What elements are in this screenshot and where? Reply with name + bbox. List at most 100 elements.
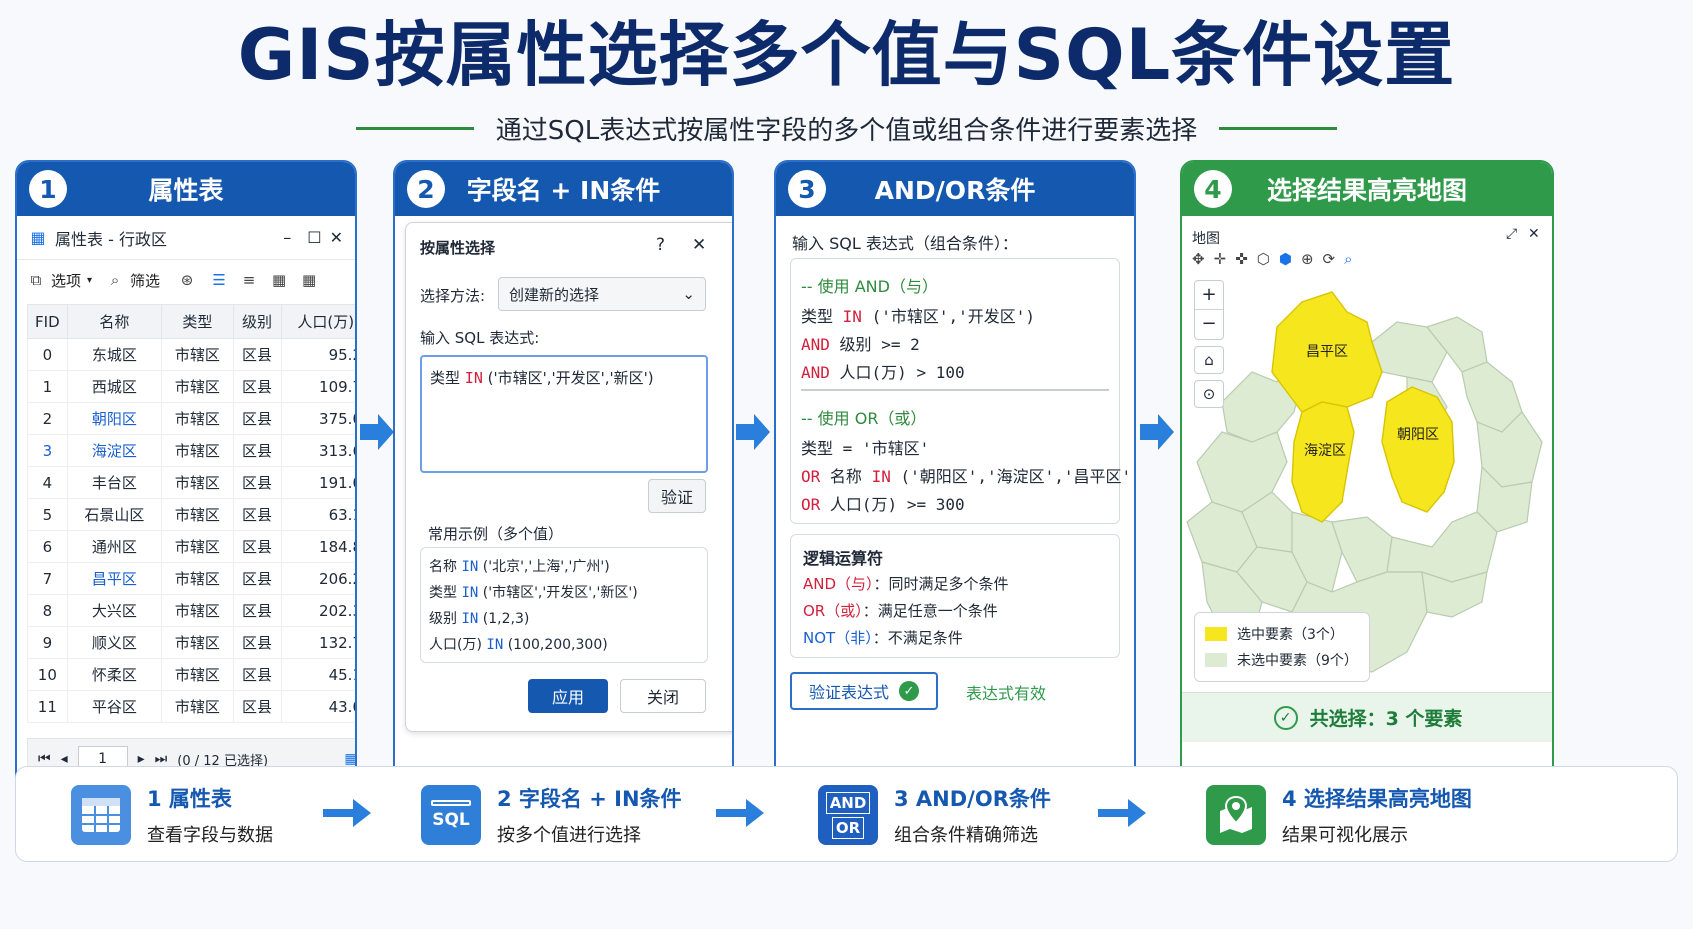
panel-header: 1 属性表 bbox=[17, 162, 355, 216]
panel-title: AND/OR条件 bbox=[874, 176, 1036, 205]
expand-icon[interactable]: ⤢ bbox=[1506, 226, 1517, 242]
step-title: 4 选择结果高亮地图 bbox=[1282, 787, 1472, 811]
logic-operator-name: OR（或） bbox=[803, 602, 863, 620]
maximize-icon[interactable]: ☐ bbox=[307, 228, 321, 247]
zoom-out-button[interactable]: − bbox=[1195, 309, 1223, 338]
logic-keyword: OR bbox=[801, 467, 821, 486]
example-line[interactable]: 级别 IN (1,2,3) bbox=[429, 606, 699, 632]
filter-icon[interactable]: ⌕ bbox=[106, 271, 124, 289]
identify-icon[interactable]: ✜ bbox=[1235, 250, 1248, 268]
sql-operator: >= bbox=[906, 495, 927, 514]
table-cell: 西城区 bbox=[66, 370, 163, 403]
close-icon[interactable]: ✕ bbox=[330, 228, 343, 247]
panel-attribute-table: 1 属性表 ▦ 属性表 - 行政区 – ☐ ✕ ⧉ 选项 ▾ ⌕ 筛选 ⊛ ☰ … bbox=[15, 160, 357, 797]
minimize-icon[interactable]: – bbox=[283, 228, 291, 247]
prev-page-icon[interactable]: ◂ bbox=[61, 751, 68, 767]
table-cell: 市辖区 bbox=[161, 434, 234, 467]
table-cell: 市辖区 bbox=[161, 690, 234, 723]
workflow-bar: 1 属性表 查看字段与数据 SQL 2 字段名 + IN条件 按多个值进行选择 … bbox=[15, 766, 1678, 862]
panel-title: 属性表 bbox=[148, 176, 224, 205]
column-header[interactable]: 名称 bbox=[66, 304, 163, 339]
grid-alt-icon[interactable]: ▦ bbox=[300, 271, 318, 289]
table-row[interactable]: 11平谷区市辖区区县43.0 bbox=[27, 690, 355, 723]
table-row[interactable]: 6通州区市辖区区县184.8 bbox=[27, 530, 355, 563]
window-title: 属性表 - 行政区 bbox=[55, 229, 167, 249]
options-button[interactable]: 选项 bbox=[51, 270, 81, 291]
table-cell: 区县 bbox=[232, 658, 282, 691]
table-row[interactable]: 2朝阳区市辖区区县375.0 bbox=[27, 402, 355, 435]
combined-sql-editor[interactable]: -- 使用 AND（与） -- 使用 OR（或） 类型 IN ('市辖区','开… bbox=[790, 258, 1134, 524]
zoom-in-tool-icon[interactable]: ⊕ bbox=[1301, 250, 1314, 268]
apply-button[interactable]: 应用 bbox=[528, 679, 608, 713]
options-icon[interactable]: ⧉ bbox=[27, 271, 45, 289]
table-row[interactable]: 1西城区市辖区区县109.7 bbox=[27, 370, 355, 403]
table-row[interactable]: 7昌平区市辖区区县206.2 bbox=[27, 562, 355, 595]
step-title: 1 属性表 bbox=[147, 787, 232, 811]
table-row[interactable]: 3海淀区市辖区区县313.6 bbox=[27, 434, 355, 467]
column-header[interactable]: FID bbox=[27, 304, 68, 339]
table-row[interactable]: 8大兴区市辖区区县202.3 bbox=[27, 594, 355, 627]
verify-button[interactable]: 验证 bbox=[648, 479, 706, 513]
map-label-haidian: 海淀区 bbox=[1304, 442, 1346, 458]
refresh-icon[interactable]: ⟳ bbox=[1323, 250, 1336, 268]
table-cell: 2 bbox=[27, 402, 68, 435]
zoom-in-button[interactable]: + bbox=[1195, 281, 1223, 309]
search-icon[interactable]: ⌕ bbox=[1344, 250, 1352, 268]
table-row[interactable]: 5石景山区市辖区区县63.1 bbox=[27, 498, 355, 531]
locate-button[interactable]: ⊙ bbox=[1194, 380, 1224, 408]
next-page-icon[interactable]: ▸ bbox=[138, 751, 145, 767]
table-view-icon[interactable]: ▦ bbox=[342, 751, 355, 767]
selection-summary: ✓ 共选择：3 个要素 bbox=[1182, 692, 1552, 742]
table-icon bbox=[71, 785, 131, 845]
layers-icon[interactable]: ⬡ bbox=[1257, 250, 1270, 268]
table-row[interactable]: 10怀柔区市辖区区县45.1 bbox=[27, 658, 355, 691]
table-cell: 10 bbox=[27, 658, 68, 691]
example-operator: IN bbox=[486, 637, 504, 653]
column-header[interactable]: 类型 bbox=[161, 304, 234, 339]
sql-line: AND 人口(万) > 100 bbox=[801, 359, 965, 383]
logic-operator-desc: ：不满足条件 bbox=[872, 629, 963, 647]
table-row[interactable]: 9顺义区市辖区区县132.7 bbox=[27, 626, 355, 659]
step-desc: 按多个值进行选择 bbox=[497, 825, 641, 846]
example-operator: IN bbox=[461, 611, 479, 627]
sql-input[interactable]: 类型 IN ('市辖区','开发区','新区') bbox=[420, 355, 708, 473]
map-canvas[interactable]: 昌平区 海淀区 朝阳区 + − ⌂ ⊙ 选中要素（3个） 未选中要素（9个） bbox=[1182, 272, 1552, 692]
table-row[interactable]: 4丰台区市辖区区县191.0 bbox=[27, 466, 355, 499]
example-line[interactable]: 人口(万) IN (100,200,300) bbox=[429, 632, 699, 658]
close-icon[interactable]: ✕ bbox=[692, 235, 706, 255]
grid-icon[interactable]: ▦ bbox=[270, 271, 288, 289]
sql-field: 类型 bbox=[430, 369, 461, 387]
column-header[interactable]: 级别 bbox=[232, 304, 282, 339]
first-page-icon[interactable]: ⏮ bbox=[38, 751, 51, 767]
table-cell: 区县 bbox=[232, 498, 282, 531]
table-cell: 丰台区 bbox=[66, 466, 163, 499]
list-alt-icon[interactable]: ≡ bbox=[240, 271, 258, 289]
close-icon[interactable]: ✕ bbox=[1528, 226, 1540, 242]
method-select[interactable]: 创建新的选择 ⌄ bbox=[498, 277, 706, 311]
move-icon[interactable]: ✛ bbox=[1214, 250, 1227, 268]
example-line[interactable]: 名称 IN ('北京','上海','广州') bbox=[429, 554, 699, 580]
close-button[interactable]: 关闭 bbox=[620, 679, 706, 713]
last-page-icon[interactable]: ⏭ bbox=[155, 751, 168, 767]
table-cell: 区县 bbox=[232, 562, 282, 595]
select-icon[interactable]: ⬢ bbox=[1279, 250, 1292, 268]
select-by-attribute-icon[interactable]: ⊛ bbox=[178, 271, 196, 289]
home-button[interactable]: ⌂ bbox=[1194, 346, 1224, 374]
table-row[interactable]: 0东城区市辖区区县95.2 bbox=[27, 338, 355, 371]
legend-item: 未选中要素（9个） bbox=[1205, 647, 1359, 673]
sql-value: 300 bbox=[935, 495, 965, 514]
sql-values: ('市辖区','开发区','新区') bbox=[487, 369, 654, 387]
table-cell: 184.8 bbox=[280, 530, 355, 563]
arrow-icon bbox=[716, 799, 764, 827]
list-icon[interactable]: ☰ bbox=[210, 271, 228, 289]
sql-value: '市辖区' bbox=[861, 439, 930, 458]
map-legend: 选中要素（3个） 未选中要素（9个） bbox=[1194, 612, 1370, 682]
filter-button[interactable]: 筛选 bbox=[130, 270, 160, 291]
help-icon[interactable]: ? bbox=[656, 235, 665, 255]
column-header[interactable]: 人口(万) bbox=[280, 304, 355, 339]
example-line[interactable]: 类型 IN ('市辖区','开发区','新区') bbox=[429, 580, 699, 606]
verify-expression-button[interactable]: 验证表达式 ✓ bbox=[790, 672, 938, 710]
arrow-icon bbox=[323, 799, 371, 827]
pan-icon[interactable]: ✥ bbox=[1192, 250, 1205, 268]
chevron-down-icon[interactable]: ▾ bbox=[87, 275, 92, 286]
